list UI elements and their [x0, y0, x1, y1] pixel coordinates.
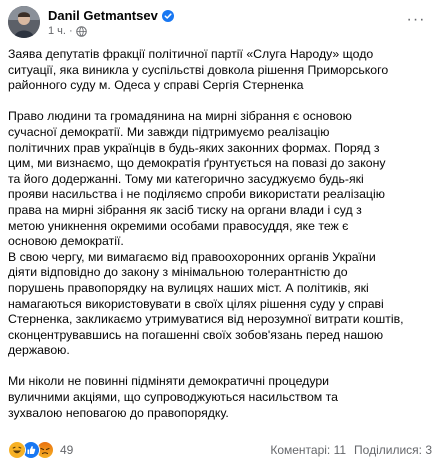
post-footer: 49 Коментарі: 11 Поділилися: 3	[8, 441, 432, 459]
post-paragraph: Право людини та громадянина на мирні зіб…	[8, 109, 386, 249]
comments-count-link[interactable]: Коментарі: 11	[270, 443, 346, 457]
author-line: Danil Getmantsev	[48, 7, 174, 23]
haha-reaction-icon	[8, 441, 26, 459]
post-body: Заява депутатів фракції політичної парті…	[8, 47, 432, 421]
reaction-count: 49	[60, 443, 74, 457]
post-paragraph: Ми ніколи не повинні підміняти демократи…	[8, 374, 338, 420]
post-paragraph: В свою чергу, ми вимагаємо від правоохор…	[8, 249, 404, 358]
reactions-summary[interactable]: 49	[8, 441, 73, 459]
meta-separator: ·	[68, 25, 73, 37]
post-paragraph: Заява депутатів фракції політичної парті…	[8, 47, 389, 93]
verified-badge-icon	[161, 9, 174, 22]
shares-count-link[interactable]: Поділилися: 3	[354, 443, 432, 457]
author-name[interactable]: Danil Getmantsev	[48, 8, 158, 23]
facebook-post: Danil Getmantsev 1 ч. · ··· Заява депута…	[0, 0, 437, 462]
globe-icon[interactable]	[75, 25, 87, 37]
post-header: Danil Getmantsev 1 ч. · ···	[8, 6, 430, 40]
post-meta: 1 ч. ·	[48, 24, 87, 38]
author-avatar[interactable]	[8, 6, 40, 38]
more-options-icon[interactable]: ···	[404, 10, 428, 30]
post-timestamp[interactable]: 1 ч.	[48, 25, 66, 37]
post-stats: Коментарі: 11 Поділилися: 3	[270, 443, 432, 457]
